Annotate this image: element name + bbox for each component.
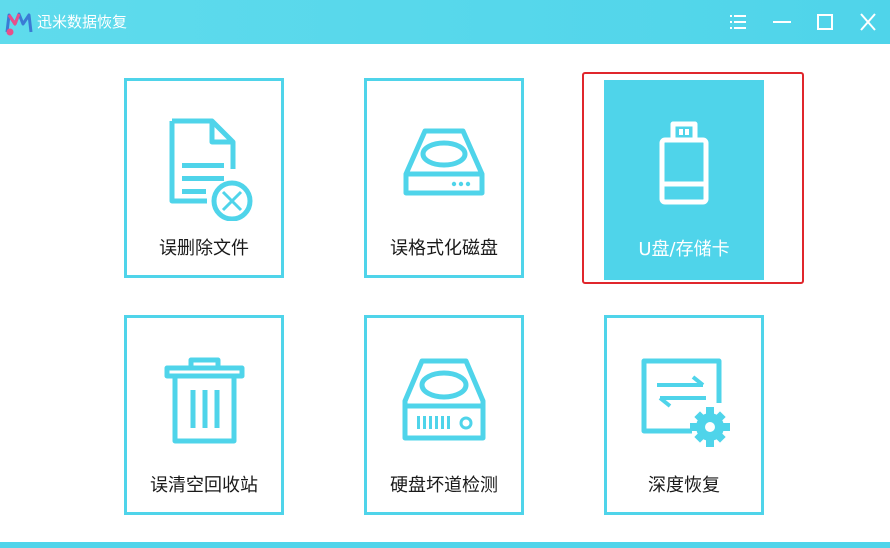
mode-label: 误清空回收站 (150, 475, 258, 496)
maximize-icon (817, 14, 833, 30)
trash-bin-icon (164, 357, 245, 444)
disk-drive-icon (403, 128, 485, 196)
mode-deep-recovery[interactable]: 深度恢复 (604, 315, 764, 515)
mode-label: 误删除文件 (159, 238, 249, 259)
mode-label: 误格式化磁盘 (390, 238, 498, 259)
close-button[interactable] (846, 0, 890, 44)
menu-button[interactable] (716, 0, 760, 44)
minimize-icon (773, 21, 791, 23)
minimize-button[interactable] (760, 0, 804, 44)
app-logo-icon (5, 12, 33, 36)
bottom-accent-bar (0, 542, 890, 548)
mode-recycle-bin[interactable]: 误清空回收站 (124, 315, 284, 515)
deep-recovery-icon (641, 358, 730, 447)
hard-disk-icon (402, 358, 486, 441)
menu-lines-icon (730, 15, 746, 29)
maximize-button[interactable] (803, 0, 847, 44)
mode-label: 深度恢复 (648, 475, 720, 496)
mode-bad-sector[interactable]: 硬盘坏道检测 (364, 315, 524, 515)
deleted-file-icon (169, 118, 253, 221)
title-bar: 迅米数据恢复 (0, 0, 890, 44)
mode-label: 硬盘坏道检测 (390, 475, 498, 496)
selection-highlight (582, 72, 804, 284)
close-icon (860, 13, 876, 31)
app-title: 迅米数据恢复 (37, 13, 128, 31)
mode-format-disk[interactable]: 误格式化磁盘 (364, 78, 524, 278)
mode-deleted-files[interactable]: 误删除文件 (124, 78, 284, 278)
